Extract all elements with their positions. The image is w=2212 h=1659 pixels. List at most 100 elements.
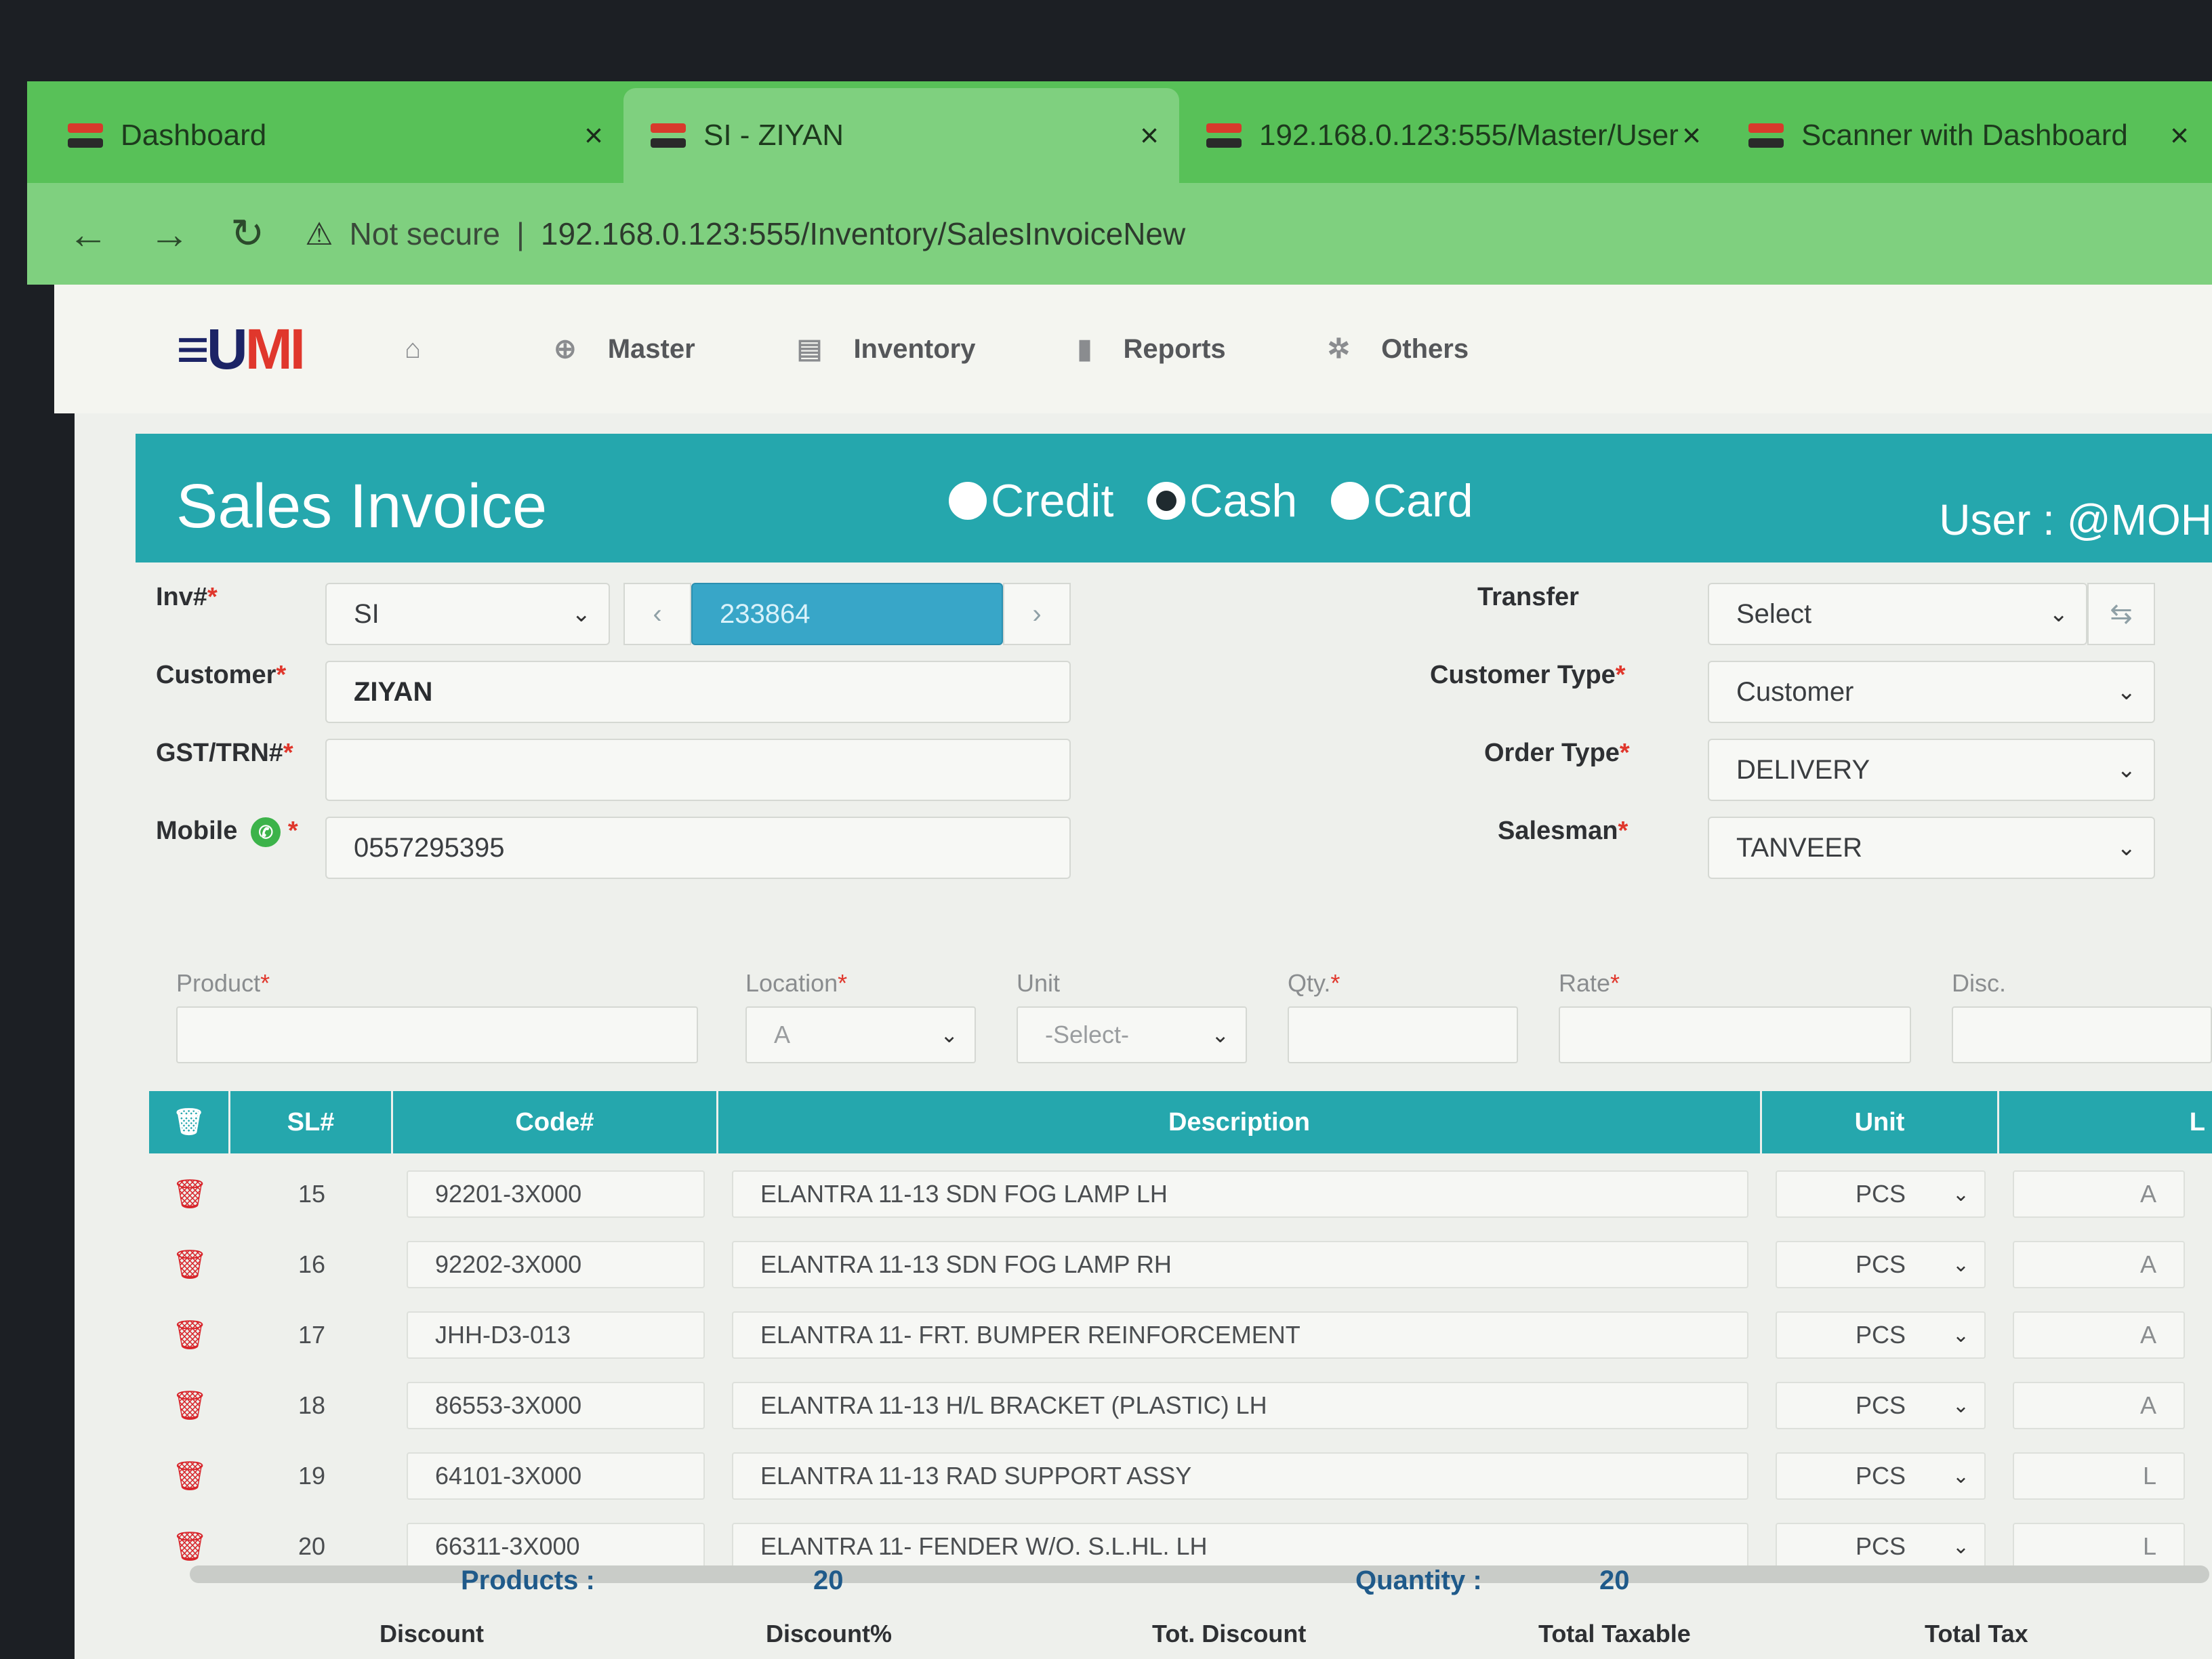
reload-icon[interactable]: ↻ bbox=[230, 210, 264, 258]
forward-icon[interactable]: → bbox=[149, 211, 190, 258]
app-favicon-icon bbox=[651, 118, 686, 153]
close-icon[interactable]: × bbox=[2170, 117, 2189, 155]
label-text: Location bbox=[745, 969, 838, 997]
bar-chart-icon: ▮ bbox=[1077, 334, 1092, 364]
inv-prefix-select[interactable]: SI ⌄ bbox=[325, 583, 610, 645]
gear-icon: ✲ bbox=[1327, 334, 1351, 364]
row-description[interactable]: ELANTRA 11-13 RAD SUPPORT ASSY bbox=[732, 1452, 1748, 1500]
row-location[interactable]: A bbox=[2013, 1311, 2185, 1359]
chevron-right-icon: › bbox=[1032, 598, 1042, 629]
row-description[interactable]: ELANTRA 11-13 SDN FOG LAMP LH bbox=[732, 1170, 1748, 1218]
salesman-select[interactable]: TANVEER ⌄ bbox=[1708, 817, 2155, 879]
whatsapp-icon[interactable]: ✆ bbox=[251, 817, 281, 847]
prev-invoice-button[interactable]: ‹ bbox=[623, 583, 691, 645]
next-invoice-button[interactable]: › bbox=[1003, 583, 1071, 645]
close-icon[interactable]: × bbox=[584, 117, 603, 155]
radio-dot bbox=[1147, 482, 1186, 520]
row-code[interactable]: 86553-3X000 bbox=[407, 1382, 705, 1429]
row-unit-select[interactable]: PCS ⌄ bbox=[1776, 1452, 1986, 1500]
selected-value: -Select- bbox=[1045, 1021, 1130, 1048]
row-location[interactable]: A bbox=[2013, 1170, 2185, 1218]
row-unit-select[interactable]: PCS ⌄ bbox=[1776, 1170, 1986, 1218]
trash-icon[interactable]: 🗑 bbox=[149, 1382, 230, 1429]
tab-scanner-dashboard[interactable]: Scanner with Dashboard × bbox=[1721, 88, 2209, 183]
row-description[interactable]: ELANTRA 11- FRT. BUMPER REINFORCEMENT bbox=[732, 1311, 1748, 1359]
chevron-down-icon: ⌄ bbox=[571, 601, 592, 627]
trash-icon[interactable]: 🗑 bbox=[149, 1241, 230, 1288]
row-location[interactable]: L bbox=[2013, 1523, 2185, 1570]
order-type-select[interactable]: DELIVERY ⌄ bbox=[1708, 739, 2155, 801]
row-location[interactable]: L bbox=[2013, 1452, 2185, 1500]
table-row[interactable]: 🗑 18 86553-3X000 ELANTRA 11-13 H/L BRACKET … bbox=[149, 1370, 2212, 1441]
menu-label: Inventory bbox=[853, 333, 976, 364]
main-menu: ⌂ ⊕ Master ▤ Inventory ▮ Reports ✲ Others bbox=[405, 333, 1570, 365]
row-code[interactable]: 92202-3X000 bbox=[407, 1241, 705, 1288]
qty-input[interactable] bbox=[1288, 1006, 1518, 1063]
table-row[interactable]: 🗑 19 64101-3X000 ELANTRA 11-13 RAD SUPPORT … bbox=[149, 1441, 2212, 1511]
gst-input[interactable] bbox=[325, 739, 1071, 801]
payment-cash-radio[interactable]: Cash bbox=[1147, 474, 1297, 527]
customer-input[interactable]: ZIYAN bbox=[325, 661, 1071, 723]
chevron-down-icon: ⌄ bbox=[1952, 1535, 1969, 1558]
row-description[interactable]: ELANTRA 11-13 SDN FOG LAMP RH bbox=[732, 1241, 1748, 1288]
menu-master[interactable]: ⊕ Master bbox=[554, 333, 695, 365]
input-value: 0557295395 bbox=[354, 832, 505, 863]
close-icon[interactable]: × bbox=[1140, 117, 1159, 155]
url-separator: | bbox=[516, 216, 525, 251]
row-unit-select[interactable]: PCS ⌄ bbox=[1776, 1311, 1986, 1359]
table-row[interactable]: 🗑 17 JHH-D3-013 ELANTRA 11- FRT. BUMPER REI… bbox=[149, 1300, 2212, 1370]
selected-value: A bbox=[774, 1021, 791, 1048]
mobile-input[interactable]: 0557295395 bbox=[325, 817, 1071, 879]
trash-icon[interactable]: 🗑 bbox=[149, 1170, 230, 1218]
row-unit-select[interactable]: PCS ⌄ bbox=[1776, 1241, 1986, 1288]
url-field[interactable]: ⚠ Not secure | 192.168.0.123:555/Invento… bbox=[305, 216, 1185, 252]
row-location[interactable]: A bbox=[2013, 1382, 2185, 1429]
row-location[interactable]: A bbox=[2013, 1241, 2185, 1288]
unit-select[interactable]: -Select- ⌄ bbox=[1017, 1006, 1247, 1063]
chevron-down-icon: ⌄ bbox=[2116, 679, 2137, 705]
payment-card-radio[interactable]: Card bbox=[1331, 474, 1473, 527]
row-unit-select[interactable]: PCS ⌄ bbox=[1776, 1523, 1986, 1570]
row-description[interactable]: ELANTRA 11- FENDER W/O. S.L.HL. LH bbox=[732, 1523, 1748, 1570]
menu-others[interactable]: ✲ Others bbox=[1328, 333, 1469, 365]
trash-icon[interactable]: 🗑 bbox=[149, 1452, 230, 1500]
table-row[interactable]: 🗑 15 92201-3X000 ELANTRA 11-13 SDN FOG LAMP… bbox=[149, 1159, 2212, 1229]
tab-si-ziyan[interactable]: SI - ZIYAN × bbox=[623, 88, 1179, 183]
close-icon[interactable]: × bbox=[1682, 117, 1701, 155]
row-sl: 18 bbox=[298, 1391, 326, 1419]
back-icon[interactable]: ← bbox=[68, 211, 108, 258]
row-unit-select[interactable]: PCS ⌄ bbox=[1776, 1382, 1986, 1429]
transfer-select[interactable]: Select ⌄ bbox=[1708, 583, 2087, 645]
menu-home[interactable]: ⌂ bbox=[405, 334, 452, 365]
product-label: Product* bbox=[176, 969, 270, 998]
location-label: Location* bbox=[745, 969, 847, 998]
row-code[interactable]: 92201-3X000 bbox=[407, 1170, 705, 1218]
row-description[interactable]: ELANTRA 11-13 H/L BRACKET (PLASTIC) LH bbox=[732, 1382, 1748, 1429]
row-code[interactable]: 64101-3X000 bbox=[407, 1452, 705, 1500]
transfer-swap-button[interactable]: ⇆ bbox=[2087, 583, 2155, 645]
table-row[interactable]: 🗑 16 92202-3X000 ELANTRA 11-13 SDN FOG LAMP… bbox=[149, 1229, 2212, 1300]
globe-icon: ⊕ bbox=[554, 334, 577, 364]
row-code[interactable]: JHH-D3-013 bbox=[407, 1311, 705, 1359]
payment-type-group: Credit Cash Card bbox=[949, 474, 1507, 527]
customer-type-select[interactable]: Customer ⌄ bbox=[1708, 661, 2155, 723]
sales-invoice-page: Sales Invoice Credit Cash Card User : @M… bbox=[75, 413, 2212, 1659]
required-mark: * bbox=[276, 661, 287, 689]
payment-credit-radio[interactable]: Credit bbox=[949, 474, 1113, 527]
trash-icon[interactable]: 🗑 bbox=[149, 1311, 230, 1359]
disc-input[interactable] bbox=[1952, 1006, 2212, 1063]
location-select[interactable]: A ⌄ bbox=[745, 1006, 976, 1063]
trash-icon[interactable]: 🗑 bbox=[149, 1523, 230, 1570]
row-code[interactable]: 66311-3X000 bbox=[407, 1523, 705, 1570]
product-input[interactable] bbox=[176, 1006, 698, 1063]
rate-input[interactable] bbox=[1559, 1006, 1911, 1063]
tab-dashboard[interactable]: Dashboard × bbox=[41, 88, 623, 183]
menu-reports[interactable]: ▮ Reports bbox=[1077, 333, 1225, 365]
inv-number-input[interactable]: 233864 bbox=[691, 583, 1003, 645]
row-sl: 15 bbox=[298, 1180, 326, 1208]
menu-inventory[interactable]: ▤ Inventory bbox=[797, 333, 976, 365]
mobile-label: Mobile ✆ * bbox=[156, 817, 298, 847]
app-logo[interactable]: ≡UMI bbox=[176, 316, 306, 382]
required-mark: * bbox=[1330, 969, 1340, 997]
tab-master-user[interactable]: 192.168.0.123:555/Master/User × bbox=[1179, 88, 1721, 183]
